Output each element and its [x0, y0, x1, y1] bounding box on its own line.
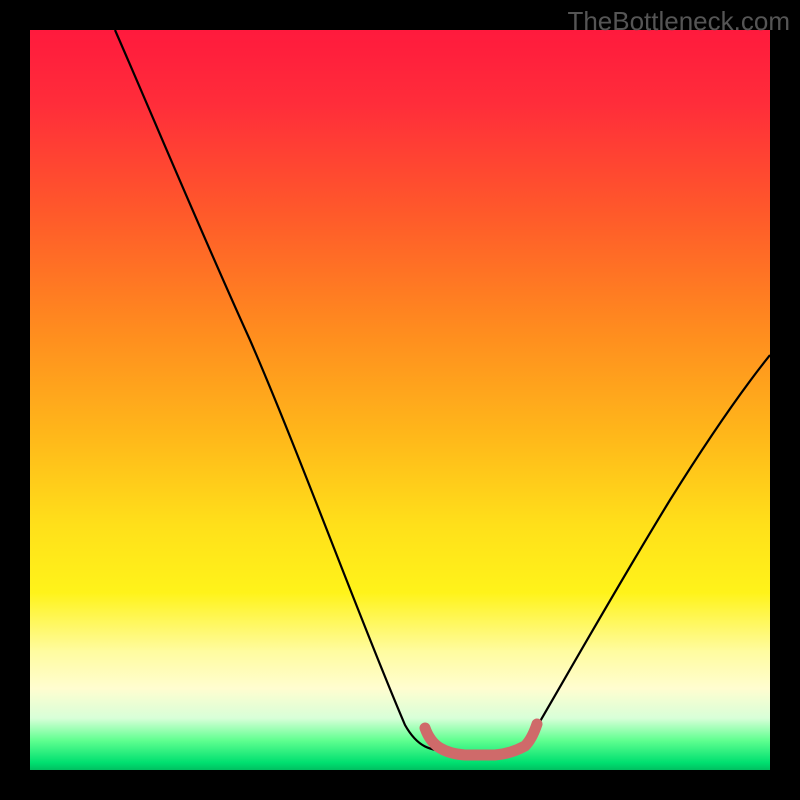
valley-band [425, 724, 537, 755]
watermark-text: TheBottleneck.com [567, 6, 790, 37]
bottleneck-curve [115, 30, 770, 752]
chart-svg [30, 30, 770, 770]
chart-canvas [30, 30, 770, 770]
